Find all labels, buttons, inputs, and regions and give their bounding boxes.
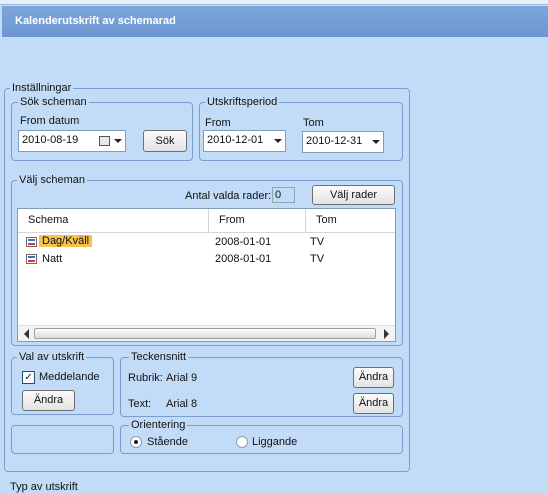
chevron-down-icon[interactable]	[114, 139, 122, 143]
text-font-label: Text:	[128, 398, 152, 410]
scroll-right-icon[interactable]	[384, 329, 389, 339]
row-from: 2008-01-01	[215, 253, 272, 265]
chevron-down-icon[interactable]	[372, 140, 380, 144]
text-font-change-button[interactable]: Ändra	[353, 393, 394, 414]
settings-legend: Inställningar	[10, 81, 74, 95]
heading-font-change-button[interactable]: Ändra	[353, 367, 394, 388]
landscape-radio[interactable]	[236, 436, 248, 448]
schedule-icon	[26, 237, 37, 247]
selected-count-value: 0	[275, 189, 282, 201]
select-rows-button[interactable]: Välj rader	[312, 185, 395, 205]
print-choice-legend: Val av utskrift	[17, 350, 87, 364]
from-date-label: From datum	[20, 115, 80, 127]
search-button[interactable]: Sök	[143, 130, 187, 152]
period-to-value: 2010-12-31	[306, 135, 363, 147]
scrollbar-thumb[interactable]	[34, 328, 376, 339]
column-header-tom[interactable]: Tom	[306, 209, 395, 233]
period-legend: Utskriftsperiod	[205, 95, 280, 109]
table-row[interactable]: Natt 2008-01-01 TV	[18, 251, 395, 268]
font-legend: Teckensnitt	[129, 350, 189, 364]
row-tom: TV	[310, 253, 325, 265]
from-date-picker[interactable]: 2010-08-19	[18, 130, 126, 152]
heading-font-label: Rubrik:	[128, 372, 163, 384]
window-title: Kalenderutskrift av schemarad	[2, 6, 548, 37]
chevron-down-icon[interactable]	[274, 139, 282, 143]
row-from: 2008-01-01	[215, 236, 272, 248]
row-schema: Natt	[42, 253, 63, 265]
calendar-icon[interactable]	[99, 136, 110, 146]
table-row[interactable]: Dag/Kväll 2008-01-01 TV	[18, 234, 395, 251]
row-schema: Dag/Kväll	[39, 235, 93, 247]
empty-group	[11, 425, 114, 454]
message-checkbox[interactable]: ✓	[22, 371, 35, 384]
period-from-label: From	[205, 117, 231, 129]
search-legend: Sök scheman	[18, 95, 89, 109]
selected-count-field: 0	[272, 187, 295, 203]
message-checkbox-label[interactable]: Meddelande	[39, 371, 100, 384]
top-strip	[0, 0, 548, 5]
period-from-value: 2010-12-01	[207, 134, 264, 146]
row-tom: TV	[310, 236, 325, 248]
schedule-list[interactable]: Schema From Tom Dag/Kväll 2008-01-01 TV …	[17, 208, 396, 342]
period-from-select[interactable]: 2010-12-01	[203, 130, 286, 152]
window-title-text: Kalenderutskrift av schemarad	[15, 15, 176, 27]
column-header-from[interactable]: From	[209, 209, 306, 233]
print-choice-change-button[interactable]: Ändra	[22, 390, 75, 411]
schedules-legend: Välj scheman	[17, 173, 88, 187]
horizontal-scrollbar[interactable]	[18, 325, 395, 341]
scroll-left-icon[interactable]	[24, 329, 29, 339]
column-header-schema[interactable]: Schema	[18, 209, 209, 233]
period-to-select[interactable]: 2010-12-31	[302, 131, 384, 153]
selected-count-label: Antal valda rader:	[185, 190, 272, 202]
portrait-label[interactable]: Stående	[147, 436, 188, 449]
period-to-label: Tom	[303, 117, 324, 129]
heading-font-value: Arial 9	[166, 372, 198, 384]
orientation-legend: Orientering	[129, 418, 188, 432]
portrait-radio[interactable]	[130, 436, 142, 448]
schedule-icon	[26, 254, 37, 264]
landscape-label[interactable]: Liggande	[252, 436, 297, 449]
from-date-value: 2010-08-19	[22, 134, 79, 146]
text-font-value: Arial 8	[166, 398, 198, 410]
